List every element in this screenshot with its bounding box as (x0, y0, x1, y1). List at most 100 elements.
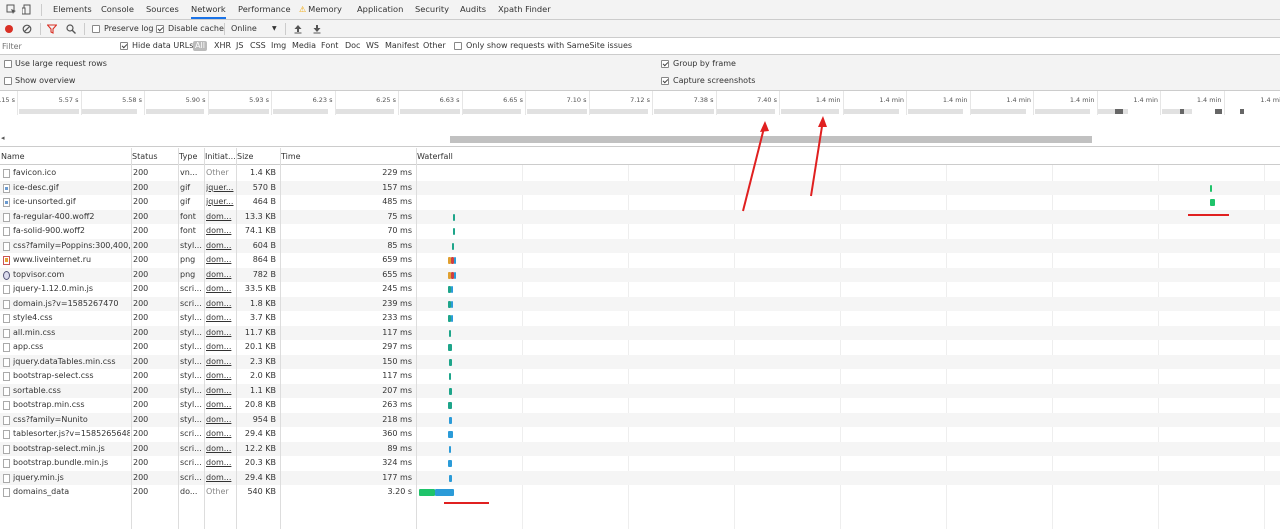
filter-icon[interactable] (47, 24, 57, 34)
column-header-status[interactable]: Status (131, 148, 178, 165)
table-row[interactable]: fa-regular-400.woff2 200 font dom... 13.3 KB… (0, 209, 1280, 225)
filmstrip-frame[interactable] (717, 109, 775, 114)
filmstrip-frame[interactable] (209, 109, 269, 114)
table-row[interactable]: app.css 200 styl... dom... 20.1 KB 297 ms (0, 340, 1280, 355)
request-initiator[interactable]: dom... (206, 282, 235, 297)
request-initiator[interactable]: dom... (206, 297, 235, 312)
column-header-size[interactable]: Size (236, 148, 280, 165)
scrollbar-thumb[interactable] (450, 136, 1092, 143)
request-initiator[interactable]: dom... (206, 442, 235, 457)
import-har-icon[interactable] (293, 24, 303, 34)
table-row[interactable]: css?family=Poppins:300,400,5...200 styl..… (0, 238, 1280, 254)
request-initiator[interactable]: dom... (206, 239, 235, 254)
filter-input[interactable] (1, 40, 111, 53)
inspect-element-icon[interactable] (6, 4, 17, 15)
request-initiator[interactable]: dom... (206, 427, 235, 442)
tab-sources[interactable]: Sources (146, 0, 179, 19)
samesite-checkbox[interactable] (454, 42, 462, 50)
filmstrip-frame[interactable] (1161, 109, 1192, 114)
filmstrip-frame[interactable] (526, 109, 587, 114)
request-initiator[interactable]: dom... (206, 471, 235, 486)
table-row[interactable]: bootstrap.min.css 200 styl... dom... 20.8 KB… (0, 398, 1280, 413)
request-initiator[interactable]: dom... (206, 224, 235, 239)
scroll-left-icon[interactable]: ◂ (1, 135, 5, 142)
throttling-select[interactable]: Online (231, 24, 257, 34)
request-initiator[interactable]: dom... (206, 384, 235, 399)
filter-type-font[interactable]: Font (321, 41, 338, 51)
search-icon[interactable] (66, 24, 76, 34)
table-row[interactable]: all.min.css 200 styl... dom... 11.7 KB 117 ms (0, 325, 1280, 341)
column-header-time[interactable]: Time (280, 148, 416, 165)
tab-elements[interactable]: Elements (53, 0, 92, 19)
table-row[interactable]: favicon.ico 200 vn... Other 1.4 KB 229 ms (0, 166, 1280, 181)
filmstrip-frame[interactable] (590, 109, 648, 114)
filmstrip-frame[interactable] (1034, 109, 1090, 114)
table-row[interactable]: sortable.css 200 styl... dom... 1.1 KB 207 ms (0, 383, 1280, 399)
column-header-type[interactable]: Type (178, 148, 204, 165)
show-overview-checkbox[interactable] (4, 77, 12, 85)
clear-icon[interactable] (22, 24, 32, 34)
tab-xpath-finder[interactable]: Xpath Finder (498, 0, 551, 19)
filter-type-other[interactable]: Other (423, 41, 446, 51)
export-har-icon[interactable] (312, 24, 322, 34)
filmstrip-frame[interactable] (780, 109, 839, 114)
request-initiator[interactable]: jquer... (206, 181, 235, 196)
table-row[interactable]: fa-solid-900.woff2 200 font dom... 74.1 KB 70… (0, 224, 1280, 239)
request-initiator[interactable]: dom... (206, 413, 235, 428)
filmstrip-frame[interactable] (1098, 109, 1128, 114)
filmstrip-frame[interactable] (399, 109, 460, 114)
record-icon[interactable] (4, 24, 14, 34)
filter-type-media[interactable]: Media (292, 41, 316, 51)
column-header-name[interactable]: Name (0, 148, 131, 165)
filmstrip-frame[interactable] (907, 109, 963, 114)
tab-audits[interactable]: Audits (460, 0, 486, 19)
filter-type-css[interactable]: CSS (250, 41, 266, 51)
filmstrip-frame[interactable] (463, 109, 521, 114)
filmstrip-frame[interactable] (18, 109, 79, 114)
request-initiator[interactable]: dom... (206, 268, 235, 283)
disable-cache-checkbox[interactable] (156, 25, 164, 33)
table-row[interactable]: ice-desc.gif 200 gif jquer... 570 B 157 ms (0, 180, 1280, 196)
table-row[interactable]: bootstrap-select.css 200 styl... dom... 2.0 … (0, 369, 1280, 384)
table-row[interactable]: www.liveinternet.ru 200 png dom... 864 B 659 … (0, 253, 1280, 268)
request-initiator[interactable]: dom... (206, 311, 235, 326)
table-row[interactable]: ice-unsorted.gif 200 gif jquer... 464 B 485 m… (0, 195, 1280, 210)
table-row[interactable]: style4.css 200 styl... dom... 3.7 KB 233 ms (0, 311, 1280, 326)
column-header-waterfall[interactable]: Waterfall (416, 148, 1280, 165)
request-initiator[interactable]: dom... (206, 340, 235, 355)
table-row[interactable]: domains_data 200 do... Other 540 KB 3.20 s (0, 485, 1280, 500)
filter-type-img[interactable]: Img (271, 41, 286, 51)
table-row[interactable]: bootstrap-select.min.js 200 scri... dom... 1… (0, 441, 1280, 457)
filter-type-doc[interactable]: Doc (345, 41, 360, 51)
request-initiator[interactable]: dom... (206, 210, 235, 225)
table-row[interactable]: jquery-1.12.0.min.js 200 scri... dom... 33.5… (0, 282, 1280, 297)
table-row[interactable]: bootstrap.bundle.min.js 200 scri... dom... 2… (0, 456, 1280, 471)
capture-screenshots-checkbox[interactable] (661, 77, 669, 85)
request-initiator[interactable]: dom... (206, 398, 235, 413)
filmstrip-frame[interactable] (653, 109, 714, 114)
filter-type-xhr[interactable]: XHR (214, 41, 231, 51)
table-row[interactable]: css?family=Nunito 200 styl... dom... 954 B 21… (0, 412, 1280, 428)
filmstrip-frame[interactable] (336, 109, 394, 114)
device-toolbar-icon[interactable] (22, 4, 33, 15)
tab-security[interactable]: Security (415, 0, 449, 19)
request-initiator[interactable]: dom... (206, 326, 235, 341)
filter-type-js[interactable]: JS (236, 41, 243, 51)
request-initiator[interactable]: dom... (206, 355, 235, 370)
tab-console[interactable]: Console (101, 0, 134, 19)
group-by-frame-checkbox[interactable] (661, 60, 669, 68)
table-row[interactable]: jquery.min.js 200 scri... dom... 29.4 KB 177 … (0, 470, 1280, 486)
request-initiator[interactable]: dom... (206, 456, 235, 471)
large-rows-checkbox[interactable] (4, 60, 12, 68)
filmstrip-frame[interactable] (272, 109, 328, 114)
filmstrip-frame[interactable] (844, 109, 899, 114)
filter-type-ws[interactable]: WS (366, 41, 379, 51)
tab-network[interactable]: Network (191, 0, 226, 19)
table-row[interactable]: jquery.dataTables.min.css 200 styl... dom..… (0, 354, 1280, 370)
tab-performance[interactable]: Performance (238, 0, 291, 19)
column-header-initiator[interactable]: Initiat... (204, 148, 236, 165)
filmstrip-frame[interactable] (82, 109, 137, 114)
table-row[interactable]: tablesorter.js?v=1585265648 200 scri... dom… (0, 427, 1280, 442)
tab-application[interactable]: Application (357, 0, 403, 19)
request-initiator[interactable]: jquer... (206, 195, 235, 210)
